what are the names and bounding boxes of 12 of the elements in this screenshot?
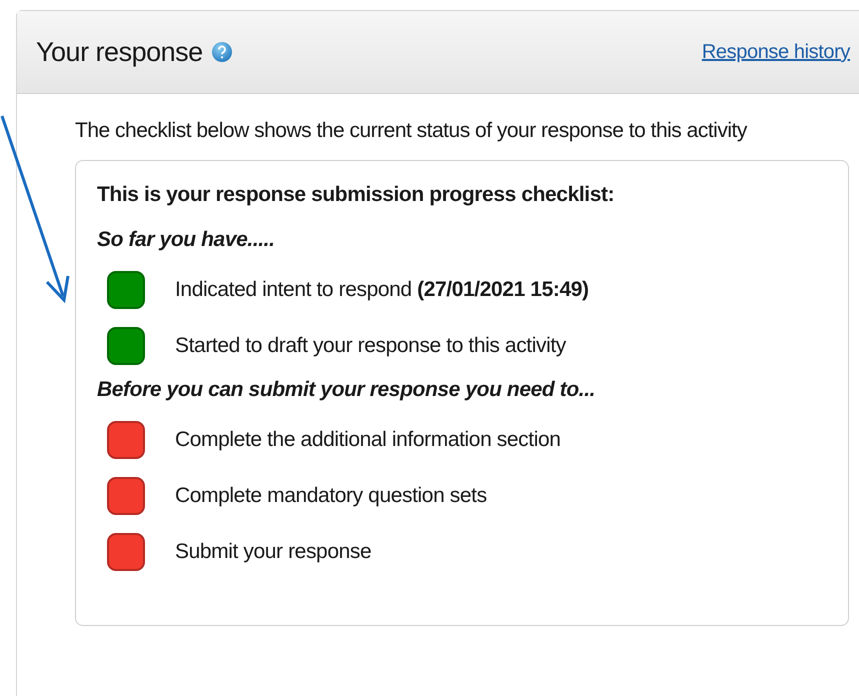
panel-title: Your response <box>36 36 203 69</box>
section-heading: So far you have..... <box>97 226 276 252</box>
help-icon[interactable] <box>210 41 233 63</box>
response-history-link[interactable]: Response history <box>702 37 850 67</box>
checklist-heading: This is your response submission progress checklist: <box>97 182 616 208</box>
checklist-item: Complete the additional information section <box>175 426 561 453</box>
checklist-item: Started to draft your response to this activity <box>175 332 566 359</box>
checklist-item: Submit your response <box>175 538 372 565</box>
checklist-item: Indicated intent to respond (27/01/2021 15:49) <box>175 276 589 303</box>
intro-text: The checklist below shows the current status of your response to this activity <box>75 118 748 144</box>
checklist-item: Complete mandatory question sets <box>175 482 487 509</box>
section-heading: Before you can submit your response you need to... <box>97 376 596 402</box>
